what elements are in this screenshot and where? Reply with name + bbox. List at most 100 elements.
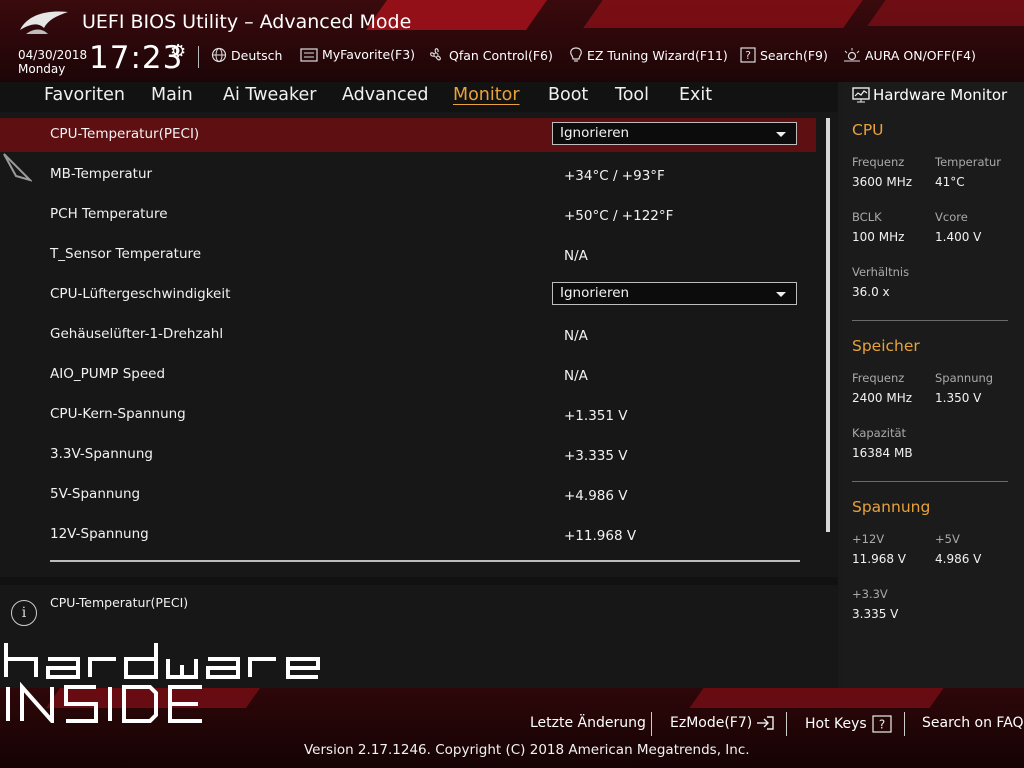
hotkeys-label: Hot Keys [805,716,867,732]
mem-cap-label: Kapazität [852,426,907,440]
search-button[interactable]: ? Search(F9) [740,47,828,63]
gear-icon[interactable]: ⚙ [170,41,186,62]
setting-row-cpu-fan-speed[interactable]: CPU-Lüftergeschwindigkeit Ignorieren [0,278,816,312]
exit-arrow-icon [757,716,774,730]
question-box-icon: ? [872,715,892,733]
cpu-freq-value: 3600 MHz [852,175,913,189]
setting-value: +1.351 V [564,408,628,424]
cpu-fan-speed-dropdown[interactable]: Ignorieren [552,282,797,305]
tab-main[interactable]: Main [151,85,193,105]
last-change-button[interactable]: Letzte Änderung [530,715,646,731]
myfavorite-label: MyFavorite(F3) [322,47,416,62]
setting-row-3v3: 3.3V-Spannung +3.335 V [0,438,816,472]
setting-row-chassis-fan-1: Gehäuselüfter-1-Drehzahl N/A [0,318,816,352]
qfan-button[interactable]: Qfan Control(F6) [427,47,553,63]
svg-text:?: ? [745,49,751,62]
setting-label: T_Sensor Temperature [50,246,202,262]
bclk-label: BCLK [852,210,882,224]
divider [198,46,199,68]
tab-boot[interactable]: Boot [548,85,588,105]
setting-row-aio-pump: AIO_PUMP Speed N/A [0,358,816,392]
setting-label: CPU-Kern-Spannung [50,406,186,422]
decor-streak [689,688,951,708]
setting-label: 5V-Spannung [50,486,141,502]
rog-logo-icon [20,11,68,34]
question-box-icon: ? [740,47,756,63]
aura-button[interactable]: AURA ON/OFF(F4) [843,47,976,63]
tab-tool[interactable]: Tool [615,85,649,105]
divider [651,712,652,736]
aura-light-icon [844,48,860,62]
divider [904,712,905,736]
hotkeys-button[interactable]: Hot Keys ? [805,715,892,733]
setting-label: 12V-Spannung [50,526,149,542]
language-label: Deutsch [231,47,283,63]
last-change-label: Letzte Änderung [530,715,646,731]
bclk-value: 100 MHz [852,230,905,244]
ez-tuning-button[interactable]: EZ Tuning Wizard(F11) [569,47,728,63]
divider [852,320,1008,321]
dropdown-value: Ignorieren [560,125,630,141]
setting-row-pch-temp: PCH Temperature +50°C / +122°F [0,198,816,232]
v12-value: 11.968 V [852,552,907,566]
qfan-label: Qfan Control(F6) [449,47,553,63]
cpu-temp-value: 41°C [935,175,965,189]
tab-ai-tweaker[interactable]: Ai Tweaker [223,85,316,105]
setting-row-cpu-temp-peci[interactable]: CPU-Temperatur(PECI) Ignorieren [0,118,816,152]
mem-volt-value: 1.350 V [935,391,982,405]
setting-value: +50°C / +122°F [564,208,674,224]
cpu-temp-peci-dropdown[interactable]: Ignorieren [552,122,797,145]
tab-monitor[interactable]: Monitor [453,85,520,105]
setting-value: N/A [564,248,588,264]
fan-icon [430,48,441,61]
v33-value: 3.335 V [852,607,899,621]
settings-panel: CPU-Temperatur(PECI) Ignorieren MB-Tempe… [0,112,838,577]
help-text: CPU-Temperatur(PECI) [50,595,189,610]
divider [852,481,1008,482]
lightbulb-icon [570,47,582,62]
svg-text:?: ? [879,718,885,732]
ratio-label: Verhältnis [852,265,910,279]
search-faq-label: Search on FAQ [922,715,1024,731]
setting-value: +34°C / +93°F [564,168,665,184]
date-text: 04/30/2018 [18,48,88,62]
setting-row-mb-temp: MB-Temperatur +34°C / +93°F [0,158,816,192]
setting-label: PCH Temperature [50,206,168,222]
mem-cap-value: 16384 MB [852,446,913,460]
search-faq-button[interactable]: Search on FAQ [922,715,1024,731]
myfavorite-button[interactable]: MyFavorite(F3) [300,47,415,62]
tab-favoriten[interactable]: Favoriten [44,85,125,105]
setting-value: +11.968 V [564,528,637,544]
voltage-section-title: Spannung [852,498,931,516]
dropdown-value: Ignorieren [560,285,630,301]
setting-label: 3.3V-Spannung [50,446,153,462]
chevron-down-icon [776,292,786,297]
hardware-monitor-panel: Hardware Monitor CPU Frequenz Temperatur… [844,82,1024,688]
setting-label: CPU-Lüftergeschwindigkeit [50,286,231,302]
language-button[interactable]: Deutsch [211,47,282,63]
top-bar: UEFI BIOS Utility – Advanced Mode 04/30/… [0,0,1024,82]
setting-value: N/A [564,328,588,344]
setting-label: AIO_PUMP Speed [50,366,166,382]
ez-tuning-label: EZ Tuning Wizard(F11) [587,47,728,63]
aura-label: AURA ON/OFF(F4) [865,47,976,63]
setting-value: +3.335 V [564,448,628,464]
setting-row-t-sensor: T_Sensor Temperature N/A [0,238,816,272]
tab-exit[interactable]: Exit [679,85,712,105]
memory-section-title: Speicher [852,337,920,355]
hardware-inside-watermark-logo [4,643,320,723]
setting-value: N/A [564,368,588,384]
tab-advanced[interactable]: Advanced [342,85,428,105]
setting-label: MB-Temperatur [50,166,153,182]
divider [786,712,787,736]
ezmode-button[interactable]: EzMode(F7) [670,715,775,731]
mem-freq-label: Frequenz [852,371,905,385]
setting-label: CPU-Temperatur(PECI) [50,126,200,142]
v5-value: 4.986 V [935,552,982,566]
scrollbar[interactable] [826,118,830,532]
setting-label: Gehäuselüfter-1-Drehzahl [50,326,224,342]
monitor-icon [852,87,870,103]
setting-row-5v: 5V-Spannung +4.986 V [0,478,816,512]
day-text: Monday [18,62,66,76]
favorite-list-icon [300,47,318,62]
